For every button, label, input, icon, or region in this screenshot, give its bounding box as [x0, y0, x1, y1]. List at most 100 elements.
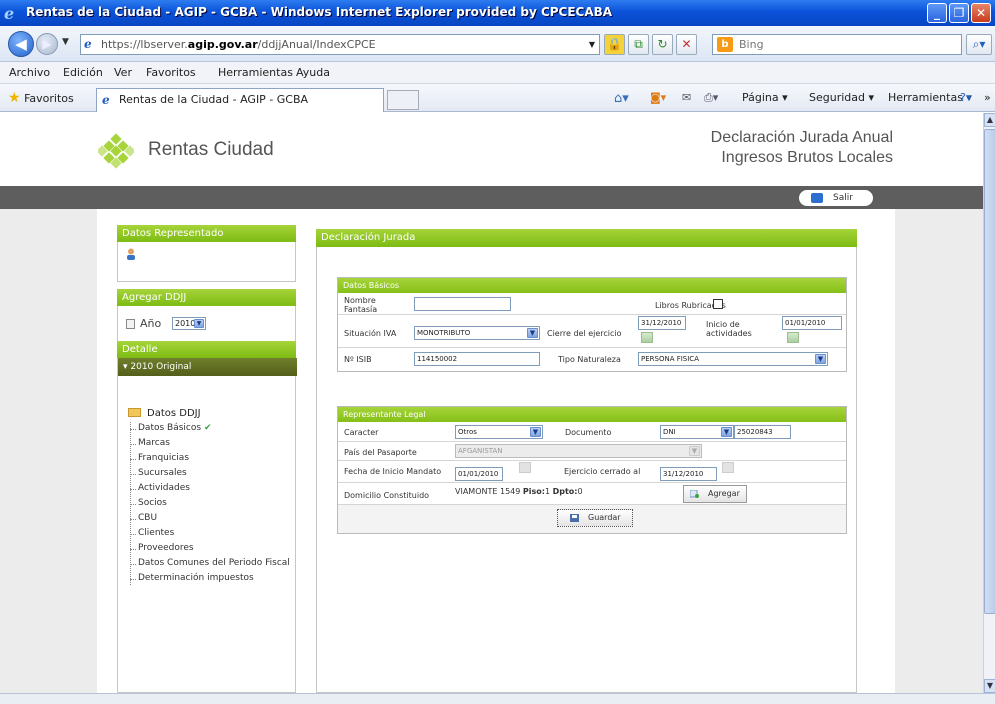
save-icon	[570, 514, 579, 522]
row-nombre: Nombre Fantasía Libros Rubricados	[338, 293, 846, 315]
scroll-down-icon[interactable]: ▼	[984, 679, 995, 693]
stop-icon[interactable]: ✕	[676, 34, 697, 55]
domicilio-value: VIAMONTE 1549 Piso:1 Dpto:0	[455, 487, 583, 496]
cierre-ejercicio-input[interactable]: 31/12/2010	[638, 316, 686, 330]
star-icon: ★	[8, 90, 21, 106]
favorites-button[interactable]: ★ Favoritos	[8, 90, 74, 106]
documento-type-select[interactable]: DNI ▼	[660, 425, 734, 439]
url-protocol: https://lbserver.	[101, 38, 188, 51]
main-header: Declaración Jurada	[316, 229, 857, 247]
caracter-select[interactable]: Otros ▼	[455, 425, 543, 439]
forward-button[interactable]: ▶	[36, 33, 58, 55]
dpto-value: 0	[577, 487, 583, 496]
libros-rubricados-checkbox[interactable]	[713, 299, 723, 309]
vertical-scrollbar[interactable]: ▲ ▼	[983, 113, 995, 693]
compatibility-view-icon[interactable]: ⧉	[628, 34, 649, 55]
piso-value: 1	[544, 487, 551, 496]
menu-herramientas[interactable]: Herramientas	[218, 66, 293, 79]
dpto-label: Dpto:	[552, 487, 578, 496]
inicio-actividades-label: Inicio de actividades	[706, 320, 752, 338]
calendar-icon[interactable]	[641, 332, 653, 343]
ie-logo-icon: e	[4, 4, 15, 23]
ejercicio-cerrado-input[interactable]: 31/12/2010	[660, 467, 717, 481]
new-tab-button[interactable]	[387, 90, 419, 110]
bing-icon: b	[717, 37, 733, 52]
nro-isib-input[interactable]: 114150002	[414, 352, 540, 366]
caracter-label: Caracter	[344, 428, 379, 437]
situacion-iva-select[interactable]: MONOTRIBUTO ▼	[414, 326, 540, 340]
legal-rep-panel: Representante Legal Caracter Otros ▼ Doc…	[337, 406, 847, 534]
lock-icon[interactable]: 🔒	[604, 34, 625, 55]
save-label: Guardar	[588, 513, 621, 522]
row-iva: Situación IVA MONOTRIBUTO ▼ Cierre del e…	[338, 315, 846, 348]
save-button[interactable]: Guardar	[557, 509, 633, 527]
ie-page-icon: e	[84, 37, 92, 51]
window-title: Rentas de la Ciudad - AGIP - GCBA - Wind…	[26, 5, 613, 19]
menu-ver[interactable]: Ver	[114, 66, 132, 79]
print-icon[interactable]: ⎙▾	[704, 91, 718, 105]
feeds-icon[interactable]: ◙▾	[650, 91, 666, 104]
cierre-ejercicio-label: Cierre del ejercicio	[547, 329, 622, 338]
mail-icon[interactable]: ✉	[682, 91, 691, 104]
window-titlebar: e Rentas de la Ciudad - AGIP - GCBA - Wi…	[0, 0, 995, 26]
page-menu[interactable]: Página ▾	[742, 91, 788, 104]
domicilio-street: VIAMONTE 1549	[455, 487, 521, 496]
refresh-icon[interactable]: ↻	[652, 34, 673, 55]
caracter-value: Otros	[458, 428, 477, 436]
restore-button[interactable]: ❐	[949, 3, 969, 23]
menu-ayuda[interactable]: Ayuda	[296, 66, 330, 79]
menu-favoritos[interactable]: Favoritos	[146, 66, 196, 79]
fecha-inicio-mandato-input[interactable]: 01/01/2010	[455, 467, 503, 481]
menu-archivo[interactable]: Archivo	[9, 66, 50, 79]
basic-data-header: Datos Básicos	[338, 278, 846, 293]
search-input[interactable]: b Bing	[712, 34, 962, 55]
home-icon[interactable]: ⌂▾	[614, 91, 629, 106]
favorites-bar: ★ Favoritos e Rentas de la Ciudad - AGIP …	[0, 84, 995, 112]
legal-rep-header: Representante Legal	[338, 407, 846, 422]
inicio-actividades-input[interactable]: 01/01/2010	[782, 316, 842, 330]
security-menu[interactable]: Seguridad ▾	[809, 91, 874, 104]
url-dropdown-icon[interactable]: ▼	[585, 35, 599, 54]
calendar-icon[interactable]	[787, 332, 799, 343]
tab-page-icon: e	[102, 93, 110, 107]
situacion-iva-label: Situación IVA	[344, 329, 397, 338]
back-button[interactable]: ◀	[8, 31, 34, 57]
tipo-naturaleza-select[interactable]: PERSONA FISICA ▼	[638, 352, 828, 366]
nombre-fantasia-input[interactable]	[414, 297, 511, 311]
chevron-more-icon[interactable]: »	[984, 91, 991, 104]
row-domicilio: Domicilio Constituido VIAMONTE 1549 Piso…	[338, 483, 846, 505]
close-button[interactable]: ✕	[971, 3, 991, 23]
row-pais: País del Pasaporte AFGANISTAN ▼	[338, 442, 846, 461]
address-bar: ◀ ▶ ▼ e https://lbserver.agip.gov.ar/ddjj…	[0, 26, 995, 62]
menu-bar: Archivo Edición Ver Favoritos Herramient…	[0, 62, 995, 84]
status-bar	[0, 693, 995, 704]
nro-isib-label: Nº ISIB	[344, 355, 372, 364]
chevron-down-icon: ▼	[527, 328, 538, 338]
chevron-down-icon: ▼	[815, 354, 826, 364]
add-domicilio-button[interactable]: Agregar	[683, 485, 747, 503]
scroll-up-icon[interactable]: ▲	[984, 113, 995, 127]
help-icon[interactable]: ?▾	[960, 91, 971, 104]
tipo-naturaleza-value: PERSONA FISICA	[641, 355, 699, 363]
calendar-icon[interactable]	[722, 462, 734, 473]
row-isib: Nº ISIB 114150002 Tipo Naturaleza PERSON…	[338, 348, 846, 371]
url-host: agip.gov.ar	[187, 38, 258, 51]
basic-data-panel: Datos Básicos Nombre Fantasía Libros Rub…	[337, 277, 847, 372]
add-icon	[690, 490, 699, 498]
recent-pages-dropdown-icon[interactable]: ▼	[62, 37, 69, 47]
chevron-down-icon: ▼	[530, 427, 541, 437]
menu-edicion[interactable]: Edición	[63, 66, 103, 79]
documento-number-input[interactable]: 25020843	[734, 425, 791, 439]
pais-pasaporte-select[interactable]: AFGANISTAN ▼	[455, 444, 702, 458]
favorites-label: Favoritos	[24, 92, 74, 105]
search-button[interactable]: ⌕▾	[966, 34, 992, 55]
calendar-icon[interactable]	[519, 462, 531, 473]
url-input[interactable]: e https://lbserver.agip.gov.ar/ddjjAnual/…	[80, 34, 600, 55]
row-actions: Guardar	[338, 505, 846, 533]
tab-title: Rentas de la Ciudad - AGIP - GCBA	[119, 93, 309, 106]
add-domicilio-label: Agregar	[708, 489, 740, 498]
minimize-button[interactable]: _	[927, 3, 947, 23]
documento-label: Documento	[565, 428, 612, 437]
scroll-thumb[interactable]	[984, 129, 995, 614]
browser-tab[interactable]: e Rentas de la Ciudad - AGIP - GCBA	[96, 88, 384, 112]
